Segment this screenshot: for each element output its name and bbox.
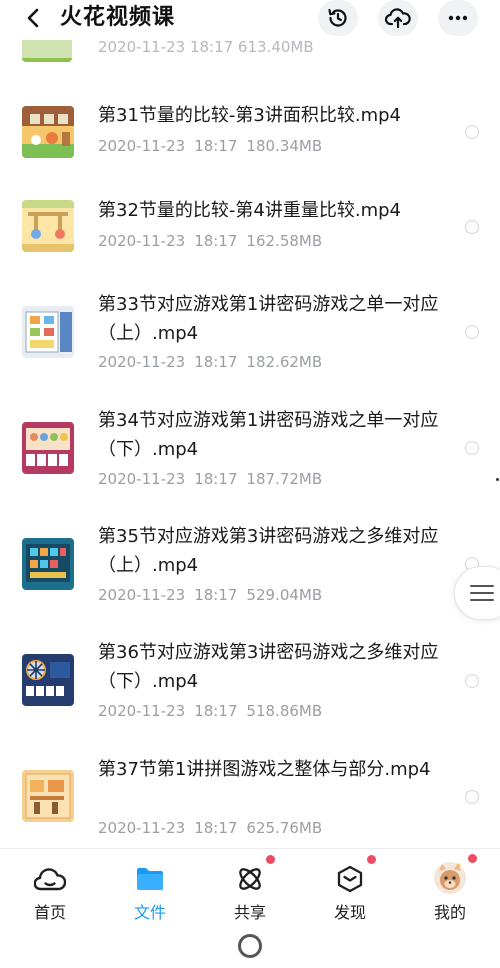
share-badge — [266, 855, 275, 864]
select-radio[interactable] — [465, 674, 479, 688]
page-title: 火花视频课 — [60, 5, 176, 30]
more-button[interactable] — [438, 0, 478, 36]
file-size: 162.58MB — [246, 232, 323, 250]
file-meta: 2020-11-23 18:17 518.86MB — [98, 701, 331, 721]
select-radio[interactable] — [465, 325, 479, 339]
video-thumbnail[interactable] — [22, 200, 74, 252]
cloud-upload-button[interactable] — [378, 0, 418, 36]
file-time: 18:17 — [194, 819, 238, 837]
tab-share[interactable]: 共享 — [200, 849, 300, 929]
file-name: 第37节第1讲拼图游戏之整体与部分.mp4 — [98, 759, 431, 780]
select-radio[interactable] — [465, 125, 479, 139]
file-size: 180.34MB — [246, 137, 323, 155]
tab-discover-label: 发现 — [333, 903, 366, 922]
side-menu-handle[interactable] — [454, 566, 500, 620]
file-date: 2020-11-23 — [98, 470, 186, 488]
file-time: 18:17 — [194, 232, 238, 250]
atom-share-icon — [234, 863, 266, 895]
file-meta: 2020-11-23 18:17 187.72MB — [98, 469, 331, 489]
file-meta: 2020-11-23 18:17 180.34MB — [98, 136, 331, 156]
video-thumbnail[interactable] — [22, 538, 74, 590]
folder-icon — [134, 863, 166, 895]
back-icon[interactable] — [22, 6, 46, 30]
tab-files[interactable]: 文件 — [100, 849, 200, 929]
bottom-tab-bar: 首页 文件 共享 发现 我的 — [0, 848, 500, 928]
avatar-icon — [433, 861, 467, 895]
file-date: 2020-11-23 — [98, 702, 186, 720]
file-name: 第34节对应游戏第1讲密码游戏之单一对应（下）.mp4 — [98, 410, 439, 460]
tab-home[interactable]: 首页 — [0, 849, 100, 929]
file-name: 第33节对应游戏第1讲密码游戏之单一对应（上）.mp4 — [98, 294, 439, 344]
file-name: 第35节对应游戏第3讲密码游戏之多维对应（上）.mp4 — [98, 526, 439, 576]
file-date: 2020-11-23 — [98, 353, 186, 371]
file-size: 187.72MB — [246, 470, 323, 488]
file-time: 18:17 — [194, 470, 238, 488]
system-home-button[interactable] — [238, 934, 262, 958]
file-time: 18:17 — [194, 137, 238, 155]
select-radio[interactable] — [465, 441, 479, 455]
video-thumbnail[interactable] — [22, 40, 72, 62]
history-button[interactable] — [318, 0, 358, 36]
file-time: 18:17 — [194, 586, 238, 604]
file-time: 18:17 — [194, 702, 238, 720]
file-meta: 2020-11-23 18:17 529.04MB — [98, 585, 331, 605]
file-date: 2020-11-23 — [98, 586, 186, 604]
tab-mine[interactable]: 我的 — [400, 849, 500, 929]
file-meta: 2020-11-23 18:17 182.62MB — [98, 352, 331, 372]
video-thumbnail[interactable] — [22, 306, 74, 358]
profile-badge — [468, 854, 477, 863]
file-size: 182.62MB — [246, 353, 323, 371]
select-radio[interactable] — [465, 220, 479, 234]
discover-badge — [367, 855, 376, 864]
header: 火花视频课 — [0, 0, 500, 40]
cloud-upload-icon — [385, 8, 411, 29]
file-meta-partial: 2020-11-23 18:17 613.40MB — [98, 38, 314, 56]
tab-mine-label: 我的 — [433, 903, 466, 922]
file-date: 2020-11-23 — [98, 819, 186, 837]
file-date: 2020-11-23 — [98, 232, 186, 250]
tab-share-label: 共享 — [233, 903, 266, 922]
tab-discover[interactable]: 发现 — [300, 849, 400, 929]
file-name: 第36节对应游戏第3讲密码游戏之多维对应（下）.mp4 — [98, 642, 439, 692]
discover-box-icon — [334, 863, 366, 895]
cloud-home-icon — [34, 863, 66, 895]
scroll-indicator — [496, 478, 499, 481]
file-size: 518.86MB — [246, 702, 323, 720]
menu-icon — [470, 585, 494, 601]
tab-files-label: 文件 — [133, 903, 166, 922]
video-thumbnail[interactable] — [22, 654, 74, 706]
tab-home-label: 首页 — [33, 903, 66, 922]
select-radio[interactable] — [465, 790, 479, 804]
video-thumbnail[interactable] — [22, 422, 74, 474]
video-thumbnail[interactable] — [22, 770, 74, 822]
file-time: 18:17 — [194, 353, 238, 371]
history-icon — [328, 8, 347, 27]
file-date: 2020-11-23 — [98, 137, 186, 155]
file-name: 第31节量的比较-第3讲面积比较.mp4 — [98, 105, 401, 126]
file-size: 625.76MB — [246, 819, 323, 837]
file-meta: 2020-11-23 18:17 162.58MB — [98, 231, 331, 251]
more-icon — [448, 15, 468, 21]
video-thumbnail[interactable] — [22, 106, 74, 158]
file-size: 529.04MB — [246, 586, 323, 604]
file-meta: 2020-11-23 18:17 625.76MB — [98, 818, 331, 838]
file-name: 第32节量的比较-第4讲重量比较.mp4 — [98, 200, 401, 221]
